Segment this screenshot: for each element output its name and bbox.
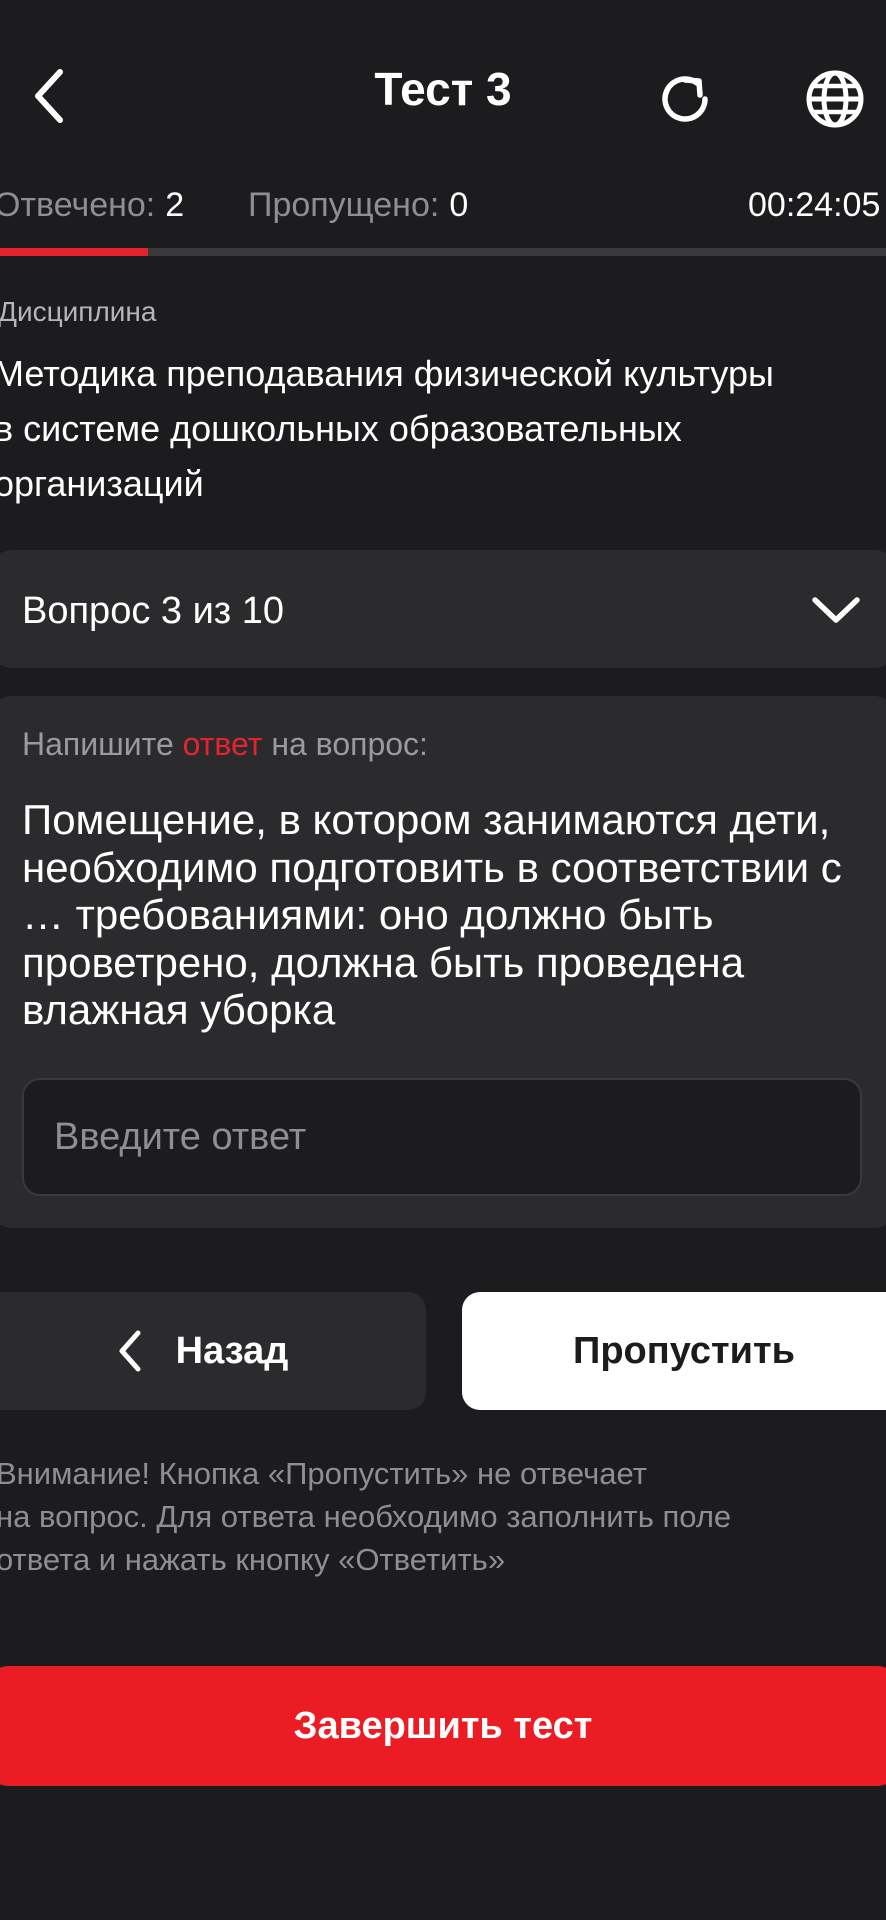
question-hint-before: Напишите — [22, 726, 183, 762]
question-hint-after: на вопрос: — [262, 726, 428, 762]
answered-value: 2 — [165, 186, 185, 224]
question-selector-label: Вопрос 3 из 10 — [22, 590, 285, 632]
warning-text: Внимание! Кнопка «Пропустить» не отвечае… — [0, 1452, 876, 1581]
refresh-button[interactable] — [652, 66, 718, 132]
finish-test-button[interactable]: Завершить тест — [0, 1666, 886, 1786]
discipline-line: в системе дошкольных образовательных — [0, 408, 682, 449]
skipped-counter: Пропущено: 0 — [248, 186, 468, 225]
answered-counter: Отвечено: 2 — [0, 186, 184, 225]
refresh-icon — [662, 76, 708, 122]
chevron-left-icon — [119, 1330, 141, 1372]
question-hint-accent: ответ — [182, 726, 263, 762]
timer: 00:24:05 — [748, 186, 881, 224]
progress-bar-fill — [0, 248, 148, 256]
chevron-down-icon — [812, 597, 860, 623]
back-nav-button[interactable]: Назад — [0, 1292, 426, 1410]
skipped-label: Пропущено: — [248, 186, 440, 224]
answered-label: Отвечено: — [0, 186, 156, 224]
globe-icon — [806, 70, 864, 128]
warning-line: на вопрос. Для ответа необходимо заполни… — [0, 1499, 732, 1534]
back-nav-label: Назад — [175, 1329, 289, 1372]
page-title: Тест 3 — [374, 63, 512, 115]
warning-line: ответа и нажать кнопку «Ответить» — [0, 1542, 506, 1577]
answer-input[interactable] — [22, 1078, 862, 1196]
question-hint: Напишите ответ на вопрос: — [22, 726, 428, 763]
language-button[interactable] — [800, 64, 870, 134]
discipline-line: Методика преподавания физической культур… — [0, 353, 774, 394]
question-selector-toggle[interactable] — [808, 586, 864, 634]
skip-button[interactable]: Пропустить — [462, 1292, 886, 1410]
skip-label: Пропустить — [573, 1329, 795, 1372]
skipped-value: 0 — [449, 186, 469, 224]
discipline-label: Дисциплина — [0, 296, 157, 327]
question-text: Помещение, в котором занимаются дети, не… — [22, 796, 842, 1033]
warning-line: Внимание! Кнопка «Пропустить» не отвечае… — [0, 1456, 647, 1491]
finish-test-label: Завершить тест — [293, 1704, 593, 1747]
discipline-name: Методика преподавания физической культур… — [0, 346, 886, 511]
discipline-line: организаций — [0, 463, 204, 504]
progress-bar — [0, 248, 886, 256]
